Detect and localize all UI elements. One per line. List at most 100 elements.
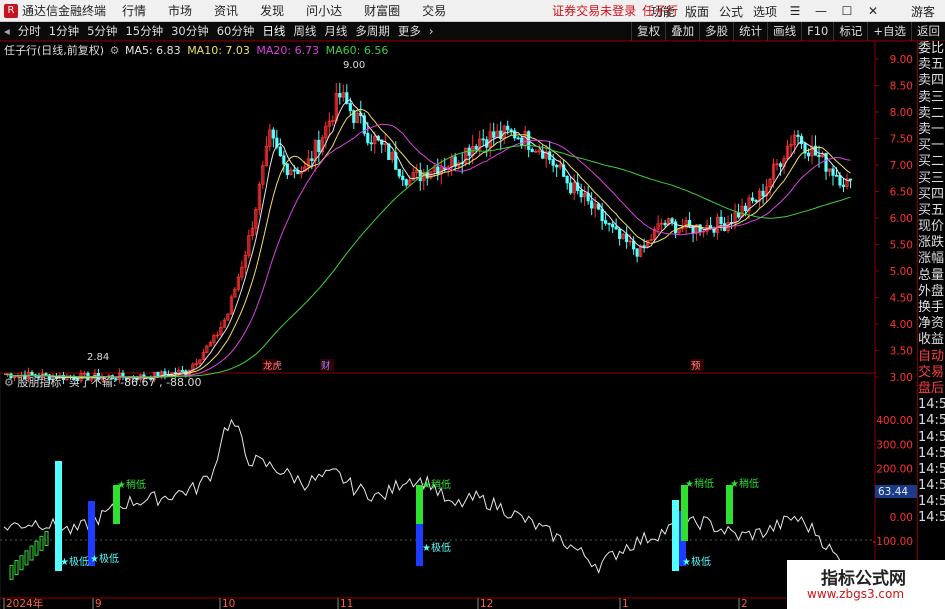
legend-ma5: MA5: 6.83 bbox=[124, 44, 181, 57]
menu-layout[interactable]: 版面 bbox=[685, 3, 709, 20]
period-intraday[interactable]: 分时 bbox=[18, 23, 41, 39]
period-monthly[interactable]: 月线 bbox=[324, 23, 347, 39]
side-panel-item[interactable]: 14:56 bbox=[918, 413, 945, 429]
candle-body bbox=[848, 178, 853, 181]
signal-label: ★稍低 bbox=[730, 477, 759, 490]
candle-body bbox=[366, 132, 370, 144]
toolbar-stats[interactable]: 统计 bbox=[733, 22, 767, 41]
period-15min[interactable]: 15分钟 bbox=[125, 23, 163, 39]
side-panel-item[interactable]: 盘后 bbox=[918, 381, 945, 397]
menu-bar: R 通达信金融终端 行情 市场 资讯 发现 问小达 财富圈 交易 证券交易未登录… bbox=[0, 0, 945, 22]
guest-label[interactable]: 游客 bbox=[911, 3, 935, 20]
side-panel-item[interactable]: 买三 bbox=[918, 171, 945, 187]
side-panel-item[interactable]: 14:56 bbox=[918, 462, 945, 478]
chevron-right-icon[interactable]: › bbox=[429, 24, 434, 38]
gear-icon[interactable]: ⚙ bbox=[4, 376, 14, 389]
side-panel-item[interactable]: 卖二 bbox=[918, 106, 945, 122]
side-panel-item[interactable]: 卖一 bbox=[918, 122, 945, 138]
menu-formula[interactable]: 公式 bbox=[719, 3, 743, 20]
side-panel-item[interactable]: 14:56 bbox=[918, 478, 945, 494]
price-tick-label: 7.50 bbox=[890, 134, 913, 146]
ma20-line bbox=[3, 123, 851, 378]
toolbar-adjust[interactable]: 复权 bbox=[631, 22, 665, 41]
watermark-url: www.zbgs3.com bbox=[807, 587, 905, 601]
menu-wealth[interactable]: 财富圈 bbox=[364, 2, 400, 19]
login-notice[interactable]: 证券交易未登录 bbox=[552, 2, 636, 19]
date-axis: 2024年 9 10 11 12 1 2 bbox=[3, 597, 748, 609]
side-panel-item[interactable]: 卖五 bbox=[918, 57, 945, 73]
price-tick-label: 4.00 bbox=[890, 319, 913, 331]
side-panel-item[interactable]: 14:56 bbox=[918, 397, 945, 413]
indicator-line bbox=[3, 418, 851, 580]
indicator-title[interactable]: 股朋指标 bbox=[17, 376, 61, 389]
legend-ma10: MA10: 7.03 bbox=[187, 44, 250, 57]
menu-news[interactable]: 资讯 bbox=[214, 2, 238, 19]
indicator-legend: ⚙ 股朋指标 买了不输: -86.67 , -88.00 bbox=[4, 374, 202, 390]
period-multi[interactable]: 多周期 bbox=[355, 23, 390, 39]
menu-trade[interactable]: 交易 bbox=[422, 2, 446, 19]
side-panel-item[interactable]: 外盘 bbox=[918, 284, 945, 300]
candle-body bbox=[754, 200, 758, 202]
period-60min[interactable]: 60分钟 bbox=[217, 23, 255, 39]
price-tick-label: 3.00 bbox=[890, 372, 913, 384]
toolbar-mark[interactable]: 标记 bbox=[833, 22, 867, 41]
side-panel-item[interactable]: 买五 bbox=[918, 203, 945, 219]
minimize-icon[interactable]: — bbox=[813, 3, 829, 19]
side-panel-item[interactable]: 收益 bbox=[918, 332, 945, 348]
side-panel-item[interactable]: 买四 bbox=[918, 187, 945, 203]
period-1min[interactable]: 1分钟 bbox=[49, 23, 79, 39]
side-panel-item[interactable]: 委比 bbox=[918, 41, 945, 57]
toolbar-overlay[interactable]: 叠加 bbox=[665, 22, 699, 41]
candle-body bbox=[278, 146, 282, 157]
side-panel-item[interactable]: 净资 bbox=[918, 316, 945, 332]
side-panel-item[interactable]: 买一 bbox=[918, 138, 945, 154]
side-panel-item[interactable]: 卖三 bbox=[918, 90, 945, 106]
candle-body bbox=[530, 148, 534, 153]
period-bar: ◂ 分时 1分钟 5分钟 15分钟 30分钟 60分钟 日线 周线 月线 多周期… bbox=[0, 22, 945, 41]
menu-market[interactable]: 市场 bbox=[168, 2, 192, 19]
menu-function[interactable]: 功能 bbox=[651, 3, 675, 20]
toolbar-add-watchlist[interactable]: +自选 bbox=[867, 22, 911, 41]
side-panel-item[interactable]: 换手 bbox=[918, 300, 945, 316]
kline-chart-area[interactable]: 9.00 8.50 8.00 7.50 7.00 6.50 6.00 5.50 5.00 4.50… bbox=[0, 41, 917, 609]
period-30min[interactable]: 30分钟 bbox=[171, 23, 209, 39]
toolbar-draw[interactable]: 画线 bbox=[767, 22, 801, 41]
toolbar-back[interactable]: 返回 bbox=[911, 22, 945, 41]
period-more[interactable]: 更多 bbox=[398, 23, 421, 39]
toolbar-f10[interactable]: F10 bbox=[801, 22, 833, 41]
close-icon[interactable]: ✕ bbox=[865, 3, 881, 19]
side-panel-item[interactable]: 自动 bbox=[918, 349, 945, 365]
side-panel-item[interactable]: 买二 bbox=[918, 154, 945, 170]
period-weekly[interactable]: 周线 bbox=[293, 23, 316, 39]
candle-body bbox=[551, 159, 555, 166]
candle-body bbox=[401, 175, 405, 181]
menu-icon[interactable]: ☰ bbox=[787, 3, 803, 19]
side-panel-item[interactable]: 总量 bbox=[918, 268, 945, 284]
candle-body bbox=[555, 164, 559, 168]
period-5min[interactable]: 5分钟 bbox=[87, 23, 117, 39]
gear-icon[interactable]: ⚙ bbox=[110, 44, 120, 57]
menu-discover[interactable]: 发现 bbox=[260, 2, 284, 19]
menu-quotes[interactable]: 行情 bbox=[122, 2, 146, 19]
side-panel-item[interactable]: 现价 bbox=[918, 219, 945, 235]
menu-assistant[interactable]: 问小达 bbox=[306, 2, 342, 19]
maximize-icon[interactable]: ☐ bbox=[839, 3, 855, 19]
side-panel-item[interactable]: 涨幅 bbox=[918, 251, 945, 267]
legend-ma60: MA60: 6.56 bbox=[325, 44, 389, 57]
period-daily[interactable]: 日线 bbox=[262, 23, 285, 39]
side-panel-item[interactable]: 14:56 bbox=[918, 510, 945, 526]
signal-bar bbox=[55, 461, 62, 571]
candle-body bbox=[618, 228, 622, 239]
toolbar-multi-stock[interactable]: 多股 bbox=[699, 22, 733, 41]
side-panel-item[interactable]: 14:56 bbox=[918, 430, 945, 446]
candle-body bbox=[481, 138, 485, 141]
side-panel-item[interactable]: 交易 bbox=[918, 365, 945, 381]
menu-options[interactable]: 选项 bbox=[753, 3, 777, 20]
side-panel-item[interactable]: 涨跌 bbox=[918, 235, 945, 251]
chart-grid bbox=[0, 41, 917, 609]
side-panel-item[interactable]: 14:56 bbox=[918, 446, 945, 462]
indicator-current-value: 63.44 bbox=[878, 486, 908, 498]
period-arrow-icon[interactable]: ◂ bbox=[4, 24, 10, 38]
side-panel-item[interactable]: 14:56 bbox=[918, 494, 945, 510]
side-panel-item[interactable]: 卖四 bbox=[918, 73, 945, 89]
